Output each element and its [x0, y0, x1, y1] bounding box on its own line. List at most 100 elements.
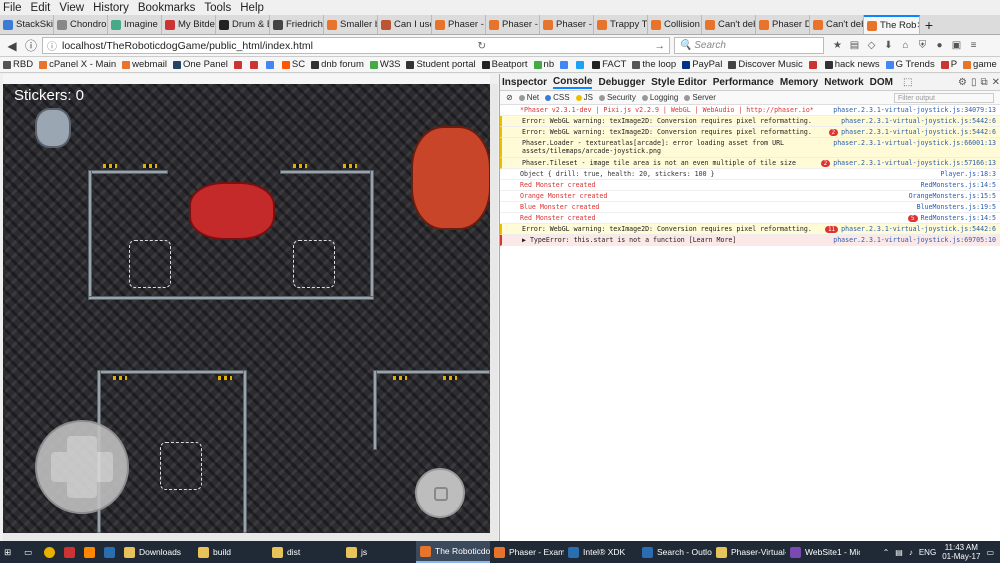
action-button[interactable]	[415, 468, 465, 518]
back-icon[interactable]: ◀	[4, 39, 20, 53]
bookmark-item[interactable]	[560, 60, 570, 69]
log-source-link[interactable]: OrangeMonsters.js:15:5	[909, 192, 996, 200]
taskbar-item[interactable]: js	[342, 541, 416, 563]
clock[interactable]: 11:43 AM 01-May-17	[942, 543, 980, 561]
taskbar-item[interactable]: dist	[268, 541, 342, 563]
game-canvas[interactable]: Stickers: 0	[3, 84, 490, 533]
log-source-link[interactable]: phaser.2.3.1-virtual-joystick.js:69705:1…	[833, 236, 996, 244]
browser-tab[interactable]: My Bitdefen	[162, 15, 216, 34]
new-tab-icon[interactable]: +	[920, 16, 938, 34]
vertical-scrollbar[interactable]	[490, 84, 498, 533]
devtools-tab-dom[interactable]: DOM	[870, 77, 893, 88]
bookmark-item[interactable]: Discover Music	[728, 59, 803, 70]
extension-icon[interactable]: ▣	[949, 40, 964, 51]
devtools-tab-style-editor[interactable]: Style Editor	[651, 77, 707, 88]
browser-tab[interactable]: Chondro	[54, 15, 108, 34]
bookmark-item[interactable]	[249, 60, 260, 69]
taskbar-item[interactable]: WebSite1 - Micr...	[786, 541, 860, 563]
bookmark-item[interactable]	[233, 60, 244, 69]
filter-server[interactable]: Server	[684, 93, 716, 102]
log-source-link[interactable]: phaser.2.3.1-virtual-joystick.js:5442:6	[841, 117, 996, 125]
log-source-link[interactable]: RedMonsters.js:14:5	[921, 214, 996, 222]
menu-view[interactable]: View	[59, 2, 84, 14]
bookmark-item[interactable]: P	[940, 59, 957, 70]
bookmark-item[interactable]: the loop	[632, 59, 676, 70]
browser-tab[interactable]: Phaser - I	[432, 15, 486, 34]
filter-js[interactable]: JS	[575, 93, 593, 102]
dock-icon[interactable]: ▯	[971, 77, 977, 88]
bookmark-item[interactable]: RBD	[3, 59, 33, 70]
bookmark-item[interactable]: nb	[533, 59, 554, 70]
taskbar-item[interactable]: build	[194, 541, 268, 563]
bookmark-item[interactable]: G Trends	[885, 59, 935, 70]
browser-tab[interactable]: Phaser Dd	[756, 15, 810, 34]
log-source-link[interactable]: phaser.2.3.1-virtual-joystick.js:66001:1…	[833, 139, 996, 147]
log-source-link[interactable]: phaser.2.3.1-virtual-joystick.js:5442:6	[841, 128, 996, 136]
bookmark-item[interactable]: One Panel	[172, 59, 228, 70]
taskbar-item[interactable]: The Roboticdog...	[416, 541, 490, 563]
taskbar-item[interactable]: Phaser-Virtual-J...	[712, 541, 786, 563]
devtools-tab-debugger[interactable]: Debugger	[598, 77, 645, 88]
search-box[interactable]: 🔍 Search	[674, 37, 824, 54]
browser-tab[interactable]: The Rob✕	[864, 15, 920, 34]
devtools-tab-network[interactable]: Network	[824, 77, 863, 88]
filter-css[interactable]: CSS	[545, 93, 570, 102]
log-source-link[interactable]: BlueMonsters.js:19:5	[917, 203, 996, 211]
split-console-icon[interactable]: ⧉	[980, 77, 987, 88]
filter-output-input[interactable]: Filter output	[894, 92, 994, 103]
pick-element-icon[interactable]: ⬚	[903, 77, 912, 88]
browser-tab[interactable]: Friedrich	[270, 15, 324, 34]
clear-console-icon[interactable]: ⊘	[506, 93, 513, 102]
network-icon[interactable]: ▤	[895, 548, 903, 557]
menu-edit[interactable]: Edit	[31, 2, 51, 14]
reload-icon[interactable]: ↻	[477, 40, 486, 52]
language-indicator[interactable]: ENG	[919, 548, 936, 557]
virtual-joystick[interactable]	[35, 420, 129, 514]
browser-tab[interactable]: Phaser - I	[540, 15, 594, 34]
bookmark-item[interactable]	[576, 60, 586, 69]
reader-icon[interactable]: ▤	[847, 40, 862, 51]
browser-tab[interactable]: Can't deb	[702, 15, 756, 34]
shield-icon[interactable]: ⛨	[915, 40, 930, 51]
menu-file[interactable]: File	[3, 2, 22, 14]
menu-icon[interactable]: ≡	[966, 40, 981, 51]
bookmark-item[interactable]: game	[963, 59, 997, 70]
log-source-link[interactable]: phaser.2.3.1-virtual-joystick.js:34079:1…	[833, 106, 996, 114]
bookmark-item[interactable]	[265, 60, 276, 69]
browser-tab[interactable]: Can I use	[378, 15, 432, 34]
menu-help[interactable]: Help	[240, 2, 264, 14]
volume-icon[interactable]: ♪	[909, 548, 913, 557]
adblock-icon[interactable]: ●	[932, 40, 947, 51]
notifications-icon[interactable]: ⌃	[883, 548, 890, 557]
filter-logging[interactable]: Logging	[641, 93, 678, 102]
taskbar-item[interactable]: Phaser - Exampl...	[490, 541, 564, 563]
action-center-icon[interactable]: ▭	[986, 548, 994, 557]
taskbar-item[interactable]: Intel® XDK	[564, 541, 638, 563]
browser-tab[interactable]: Smaller b	[324, 15, 378, 34]
url-bar[interactable]: ⓘ localhost/TheRoboticdogGame/public_htm…	[42, 37, 670, 54]
bookmark-item[interactable]: Beatport	[481, 59, 528, 70]
bookmark-item[interactable]	[808, 60, 819, 69]
log-source-link[interactable]: Player.js:18:3	[940, 170, 996, 178]
log-source-link[interactable]: phaser.2.3.1-virtual-joystick.js:5442:6	[841, 225, 996, 233]
media-icon[interactable]	[60, 541, 80, 563]
forward-icon[interactable]: →	[655, 40, 666, 52]
bookmark-item[interactable]: Student portal	[406, 59, 476, 70]
browser-tab[interactable]: Drum & B	[216, 15, 270, 34]
menu-history[interactable]: History	[93, 2, 129, 14]
menu-bookmarks[interactable]: Bookmarks	[138, 2, 196, 14]
bookmark-item[interactable]: cPanel X - Main	[39, 59, 116, 70]
horizontal-scrollbar[interactable]	[3, 533, 498, 541]
taskbar-item[interactable]: Downloads	[120, 541, 194, 563]
log-source-link[interactable]: phaser.2.3.1-virtual-joystick.js:57166:1…	[833, 159, 996, 167]
task-view-icon[interactable]: ▭	[20, 541, 40, 563]
taskbar-item[interactable]: Search - Outloo...	[638, 541, 712, 563]
browser-tab[interactable]: StackSkills	[0, 15, 54, 34]
download-icon[interactable]: ⬇	[881, 40, 896, 51]
log-source-link[interactable]: RedMonsters.js:14:5	[921, 181, 996, 189]
chrome-icon[interactable]	[40, 541, 60, 563]
bookmark-item[interactable]: FACT	[592, 59, 626, 70]
menu-tools[interactable]: Tools	[204, 2, 231, 14]
browser-tab[interactable]: Can't deb	[810, 15, 864, 34]
devtools-tab-memory[interactable]: Memory	[780, 77, 818, 88]
